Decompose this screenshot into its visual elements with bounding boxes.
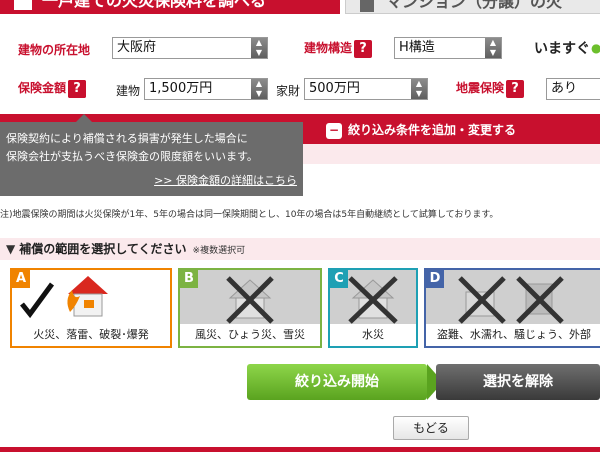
amount-label: 保険金額? (18, 79, 87, 98)
card-b-label: 風災、ひょう災、雪災 (180, 324, 320, 346)
tab-condo-insurance[interactable]: マンション（分譲）の火 (345, 0, 600, 14)
start-filter-button[interactable]: 絞り込み開始 (247, 364, 443, 400)
card-c-letter: C (330, 270, 348, 288)
amount-tooltip: 保険契約により補償される損害が発生した場合に 保険会社が支払うべき保険金の限度額… (0, 114, 303, 196)
checkmark-icon (20, 282, 55, 319)
back-label: もどる (413, 421, 449, 435)
coverage-card-b[interactable]: B 風災、ひょう災、雪災 (178, 268, 322, 348)
start-filter-label: 絞り込み開始 (295, 374, 379, 390)
tooltip-line-2: 保険会社が支払うべき保険金の限度額をいいます。 (6, 150, 258, 163)
filter-toggle-label: 絞り込み条件を追加・変更する (348, 123, 517, 137)
coverage-card-c[interactable]: C 水災 (328, 268, 418, 348)
earthquake-note: 注)地震保険の期間は火災保険が1年、5年の場合は同一保険期間とし、10年の場合は… (0, 210, 499, 220)
household-amount-value: 500万円 (309, 81, 360, 96)
building-amount-value: 1,500万円 (149, 81, 213, 96)
clear-selection-label: 選択を解除 (483, 374, 553, 390)
coverage-card-d[interactable]: D 盗難、水濡れ、騒じょう、外部 (424, 268, 600, 348)
location-label: 建物の所在地 (18, 43, 91, 57)
tooltip-pointer (76, 114, 92, 122)
location-value: 大阪府 (117, 40, 157, 55)
filter-toggle-button[interactable]: − 絞り込み条件を追加・変更する (326, 121, 516, 139)
minus-icon: − (326, 122, 342, 139)
structure-label: 建物構造? (304, 39, 373, 58)
earthquake-label-text: 地震保険 (456, 81, 505, 95)
now-text: いますぐ (534, 41, 590, 57)
card-b-letter: B (180, 270, 198, 288)
updown-arrow-icon: ▲ ▼ (251, 79, 267, 99)
theft-water-crossed-icon (458, 276, 564, 324)
structure-help-icon[interactable]: ? (354, 39, 373, 58)
card-d-image (426, 270, 600, 324)
structure-value: H構造 (399, 40, 435, 55)
card-a-label: 火災、落雷、破裂･爆発 (12, 324, 170, 346)
earthquake-label: 地震保険? (456, 79, 525, 98)
triangle-down-icon: ▼ (6, 242, 16, 256)
now-dot: ● (591, 41, 600, 55)
tab-house-label: 一戸建ての火災保険料を調べる (42, 0, 267, 10)
household-amount-label: 家財 (276, 84, 301, 98)
tab-house-insurance[interactable]: 一戸建ての火災保険料を調べる (0, 0, 340, 14)
card-d-letter: D (426, 270, 444, 288)
coverage-title: 補償の範囲を選択してください (19, 242, 187, 256)
card-c-label: 水災 (330, 324, 416, 346)
updown-arrow-icon: ▲ ▼ (251, 38, 267, 58)
back-button[interactable]: もどる (393, 416, 469, 440)
updown-arrow-icon: ▲ ▼ (485, 38, 501, 58)
structure-label-text: 建物構造 (304, 41, 353, 55)
card-d-label: 盗難、水濡れ、騒じょう、外部 (426, 324, 600, 346)
bottom-bar (0, 447, 600, 452)
coverage-card-a[interactable]: A 火災、落雷、破裂･爆発 (10, 268, 172, 348)
clear-selection-button[interactable]: 選択を解除 (436, 364, 600, 400)
house-icon (14, 0, 32, 10)
card-a-image (12, 270, 170, 324)
earthquake-help-icon[interactable]: ? (506, 79, 525, 98)
building-icon (360, 0, 374, 12)
wind-house-crossed-icon (226, 276, 274, 324)
amount-help-icon[interactable]: ? (68, 79, 87, 98)
tab-condo-label: マンション（分譲）の火 (386, 0, 563, 11)
amount-label-text: 保険金額 (18, 81, 67, 95)
location-select[interactable]: 大阪府 ▲ ▼ (112, 37, 268, 59)
structure-select[interactable]: H構造 ▲ ▼ (394, 37, 502, 59)
building-amount-select[interactable]: 1,500万円 ▲ ▼ (144, 78, 268, 100)
fire-house-icon (20, 276, 108, 319)
tooltip-line-1: 保険契約により補償される損害が発生した場合に (6, 132, 248, 145)
earthquake-select[interactable]: あり (546, 78, 600, 100)
card-a-letter: A (12, 270, 30, 288)
coverage-header: ▼ 補償の範囲を選択してください ※複数選択可 (0, 238, 600, 260)
updown-arrow-icon: ▲ ▼ (411, 79, 427, 99)
amount-detail-link[interactable]: >> 保険金額の詳細はこちら (154, 172, 297, 190)
household-amount-select[interactable]: 500万円 ▲ ▼ (304, 78, 428, 100)
top-tabs: 一戸建ての火災保険料を調べる マンション（分譲）の火 (0, 0, 600, 14)
coverage-subtitle: ※複数選択可 (192, 246, 246, 256)
conditions-panel: 建物の所在地 大阪府 ▲ ▼ 建物構造? H構造 ▲ ▼ いますぐ ● 保険金額? … (0, 14, 600, 114)
card-b-image (180, 270, 320, 324)
building-amount-label: 建物 (116, 84, 141, 98)
earthquake-value: あり (551, 81, 578, 96)
